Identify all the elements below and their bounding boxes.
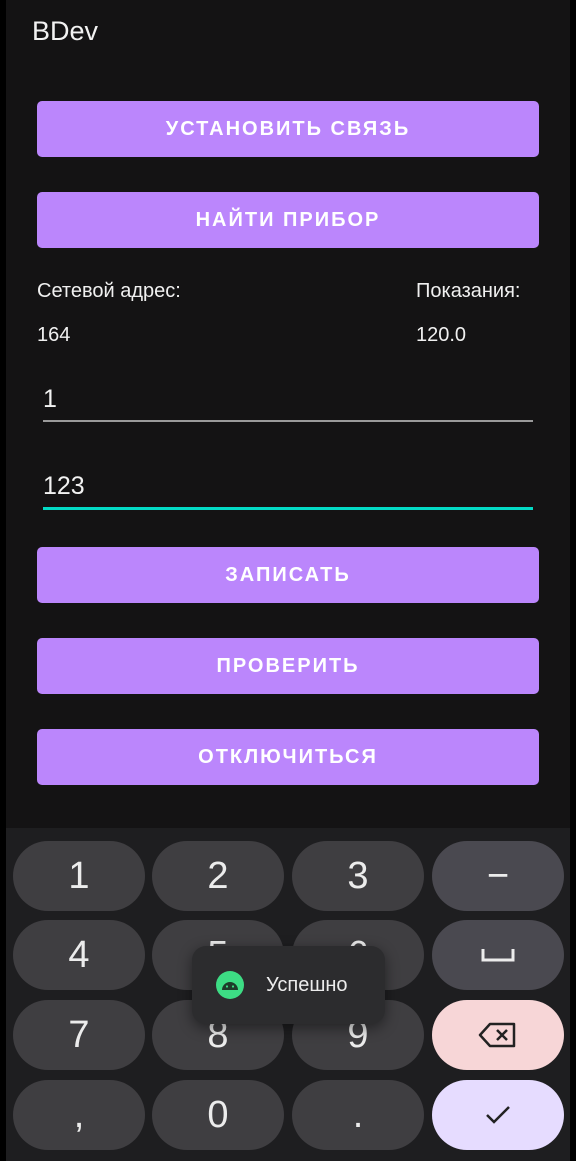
key-7[interactable]: 7	[13, 1000, 145, 1070]
minus-key[interactable]: −	[432, 841, 564, 911]
space-icon	[481, 949, 515, 962]
period-key[interactable]: .	[292, 1080, 424, 1150]
key-1[interactable]: 1	[13, 841, 145, 911]
address-input[interactable]: 1	[43, 374, 533, 422]
write-button[interactable]: ЗАПИСАТЬ	[37, 547, 539, 603]
address-input-value: 1	[43, 385, 57, 413]
address-label: Сетевой адрес:	[37, 280, 181, 302]
space-key[interactable]	[432, 920, 564, 990]
toast-message: Успешно	[266, 973, 348, 996]
backspace-icon	[478, 1022, 516, 1048]
find-device-button[interactable]: НАЙТИ ПРИБОР	[37, 192, 539, 248]
right-edge	[570, 0, 576, 1161]
comma-key[interactable]: ,	[13, 1080, 145, 1150]
check-button[interactable]: ПРОВЕРИТЬ	[37, 638, 539, 694]
key-3[interactable]: 3	[292, 841, 424, 911]
app-title: BDev	[32, 16, 99, 46]
key-4[interactable]: 4	[13, 920, 145, 990]
value-input[interactable]: 123	[43, 461, 533, 510]
done-key[interactable]	[432, 1080, 564, 1150]
success-toast: Успешно	[192, 946, 385, 1024]
value-input-value: 123	[43, 472, 85, 500]
connect-button[interactable]: УСТАНОВИТЬ СВЯЗЬ	[37, 101, 539, 157]
android-icon	[216, 971, 244, 999]
address-input-underline	[43, 420, 533, 422]
value-input-underline	[43, 507, 533, 510]
reading-value: 120.0	[416, 324, 467, 346]
key-0[interactable]: 0	[152, 1080, 284, 1150]
checkmark-icon	[486, 1106, 510, 1124]
backspace-key[interactable]	[432, 1000, 564, 1070]
disconnect-button[interactable]: ОТКЛЮЧИТЬСЯ	[37, 729, 539, 785]
key-2[interactable]: 2	[152, 841, 284, 911]
address-value: 164	[37, 324, 71, 346]
reading-label: Показания:	[416, 280, 521, 302]
